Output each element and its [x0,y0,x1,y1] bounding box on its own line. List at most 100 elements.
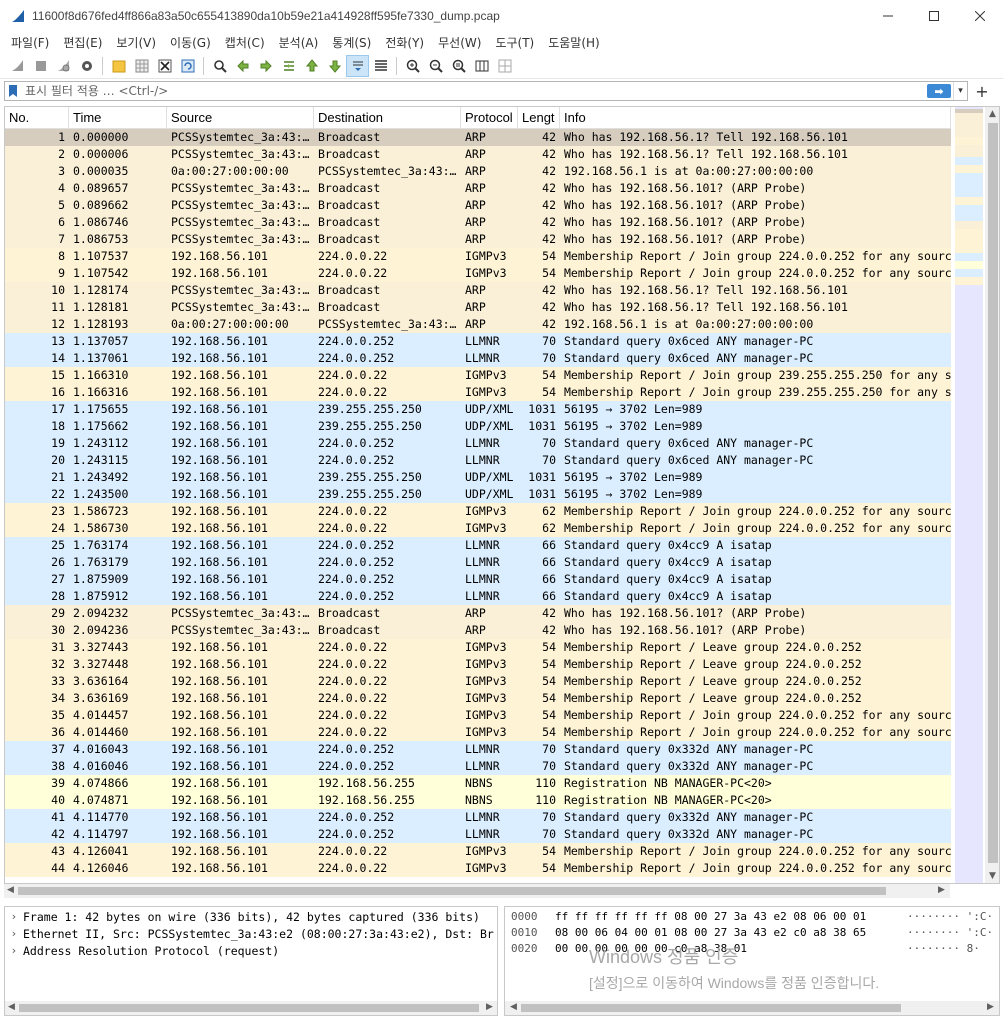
capture-options-button[interactable] [75,55,98,77]
menu-item[interactable]: 캡처(C) [218,34,272,51]
column-header-source[interactable]: Source [167,107,314,128]
menu-item[interactable]: 도움말(H) [541,34,607,51]
close-button[interactable] [957,0,1003,31]
packet-row[interactable]: 23 1.586723 192.168.56.101 224.0.0.22 IGMPv3… [5,503,951,520]
packet-row[interactable]: 25 1.763174 192.168.56.101 224.0.0.252 LLMNR… [5,537,951,554]
column-header-length[interactable]: Lengt [518,107,560,128]
packet-row[interactable]: 27 1.875909 192.168.56.101 224.0.0.252 LLMNR… [5,571,951,588]
byte-offset[interactable]: 0020 [505,941,551,956]
menu-item[interactable]: 이동(G) [163,34,218,51]
go-to-packet-button[interactable] [277,55,300,77]
scroll-up-icon[interactable]: ▲ [989,109,996,119]
scroll-left-icon[interactable]: ◀ [510,1002,517,1012]
column-header-protocol[interactable]: Protocol [461,107,518,128]
hscroll-thumb[interactable] [18,887,886,895]
start-capture-button[interactable] [6,55,29,77]
go-forward-button[interactable] [254,55,277,77]
packet-row[interactable]: 37 4.016043 192.168.56.101 224.0.0.252 LLMNR… [5,741,951,758]
byte-offset[interactable]: 0010 [505,925,551,940]
zoom-out-button[interactable] [424,55,447,77]
packet-row[interactable]: 19 1.243112 192.168.56.101 224.0.0.252 LLMNR… [5,435,951,452]
packet-row[interactable]: 14 1.137061 192.168.56.101 224.0.0.252 LLMNR… [5,350,951,367]
packet-row[interactable]: 7 1.086753 PCSSystemtec_3a:43:… Broadcast AR… [5,231,951,248]
packet-row[interactable]: 12 1.128193 0a:00:27:00:00:00 PCSSystemtec_… [5,316,951,333]
packet-row[interactable]: 36 4.014460 192.168.56.101 224.0.0.22 IGMPv3… [5,724,951,741]
column-header-time[interactable]: Time [69,107,167,128]
packet-row[interactable]: 33 3.636164 192.168.56.101 224.0.0.22 IGMPv3… [5,673,951,690]
chevron-right-icon[interactable]: › [5,944,23,957]
autoscroll-button[interactable] [346,54,369,77]
packet-row[interactable]: 31 3.327443 192.168.56.101 224.0.0.22 IGMPv3… [5,639,951,656]
packet-row[interactable]: 28 1.875912 192.168.56.101 224.0.0.252 LLMNR… [5,588,951,605]
stop-capture-button[interactable] [29,55,52,77]
scroll-right-icon[interactable]: ▶ [987,1002,994,1012]
colorize-button[interactable] [369,55,392,77]
chevron-right-icon[interactable]: › [5,927,23,940]
packet-row[interactable]: 2 0.000006 PCSSystemtec_3a:43:… Broadcast AR… [5,146,951,163]
menu-item[interactable]: 도구(T) [488,34,541,51]
bytes-hscrollbar[interactable]: ◀ ▶ [505,1001,999,1015]
packet-row[interactable]: 15 1.166310 192.168.56.101 224.0.0.22 IGMPv3… [5,367,951,384]
filter-bookmark-button[interactable] [5,82,21,100]
scroll-left-icon[interactable]: ◀ [8,1002,15,1012]
packet-row[interactable]: 8 1.107537 192.168.56.101 224.0.0.22 IGMPv3 5… [5,248,951,265]
close-file-button[interactable] [153,55,176,77]
packet-row[interactable]: 42 4.114797 192.168.56.101 224.0.0.252 LLMNR… [5,826,951,843]
packet-row[interactable]: 11 1.128181 PCSSystemtec_3a:43:… Broadcast A… [5,299,951,316]
packet-row[interactable]: 6 1.086746 PCSSystemtec_3a:43:… Broadcast AR… [5,214,951,231]
packet-row[interactable]: 18 1.175662 192.168.56.101 239.255.255.250 U… [5,418,951,435]
chevron-right-icon[interactable]: › [5,910,23,923]
column-header-no[interactable]: No. [5,107,69,128]
detail-tree-item[interactable]: › Ethernet II, Src: PCSSystemtec_3a:43:e2… [5,925,497,942]
menu-item[interactable]: 파일(F) [4,34,56,51]
packet-row[interactable]: 34 3.636169 192.168.56.101 224.0.0.22 IGMPv3… [5,690,951,707]
menu-item[interactable]: 분석(A) [272,34,326,51]
packet-row[interactable]: 4 0.089657 PCSSystemtec_3a:43:… Broadcast AR… [5,180,951,197]
reload-file-button[interactable] [176,55,199,77]
vscroll-thumb[interactable] [988,123,998,863]
packet-row[interactable]: 22 1.243500 192.168.56.101 239.255.255.250 U… [5,486,951,503]
packet-row[interactable]: 41 4.114770 192.168.56.101 224.0.0.252 LLMNR… [5,809,951,826]
byte-ascii[interactable]: ········ 8· [907,941,999,956]
minimize-button[interactable] [865,0,911,31]
packet-row[interactable]: 39 4.074866 192.168.56.101 192.168.56.255 NB… [5,775,951,792]
byte-hex[interactable]: ff ff ff ff ff ff 08 00 27 3a 43 e2 08 0… [551,909,907,924]
byte-hex[interactable]: 08 00 06 04 00 01 08 00 27 3a 43 e2 c0 a… [551,925,907,940]
details-hscrollbar[interactable]: ◀ ▶ [5,1001,497,1015]
packet-row[interactable]: 44 4.126046 192.168.56.101 224.0.0.22 IGMPv3… [5,860,951,877]
detail-tree-item[interactable]: › Address Resolution Protocol (request) [5,942,497,959]
packet-row[interactable]: 13 1.137057 192.168.56.101 224.0.0.252 LLMNR… [5,333,951,350]
apply-filter-button[interactable]: ➡ [927,84,951,98]
menu-item[interactable]: 무선(W) [431,34,488,51]
zoom-reset-button[interactable] [447,55,470,77]
byte-ascii[interactable]: ········ ':C· [907,909,999,924]
scroll-right-icon[interactable]: ▶ [938,885,945,895]
packet-row[interactable]: 29 2.094232 PCSSystemtec_3a:43:… Broadcast A… [5,605,951,622]
packet-row[interactable]: 40 4.074871 192.168.56.101 192.168.56.255 NB… [5,792,951,809]
packet-row[interactable]: 3 0.000035 0a:00:27:00:00:00 PCSSystemtec_3… [5,163,951,180]
column-header-info[interactable]: Info [560,107,951,128]
display-filter-input[interactable] [21,84,927,98]
packet-row[interactable]: 16 1.166316 192.168.56.101 224.0.0.22 IGMPv3… [5,384,951,401]
resize-columns-button[interactable] [470,55,493,77]
packet-list-hscrollbar[interactable]: ◀ ▶ [4,884,950,898]
menu-item[interactable]: 통계(S) [325,34,378,51]
add-filter-button[interactable]: + [972,81,992,101]
hscroll-thumb[interactable] [19,1004,479,1012]
menu-item[interactable]: 편집(E) [56,34,109,51]
scroll-left-icon[interactable]: ◀ [7,885,14,895]
menu-item[interactable]: 보기(V) [109,34,163,51]
maximize-button[interactable] [911,0,957,31]
packet-minimap[interactable] [955,107,983,883]
layout-button[interactable] [493,55,516,77]
packet-row[interactable]: 43 4.126041 192.168.56.101 224.0.0.22 IGMPv3… [5,843,951,860]
packet-list-vscrollbar[interactable]: ▲ ▼ [985,107,999,883]
packet-row[interactable]: 21 1.243492 192.168.56.101 239.255.255.250 U… [5,469,951,486]
packet-row[interactable]: 17 1.175655 192.168.56.101 239.255.255.250 U… [5,401,951,418]
open-file-button[interactable] [107,55,130,77]
byte-ascii[interactable]: ········ ':C· [907,925,999,940]
save-file-button[interactable] [130,55,153,77]
go-last-packet-button[interactable] [323,55,346,77]
scroll-down-icon[interactable]: ▼ [989,871,996,881]
packet-row[interactable]: 20 1.243115 192.168.56.101 224.0.0.252 LLMNR… [5,452,951,469]
